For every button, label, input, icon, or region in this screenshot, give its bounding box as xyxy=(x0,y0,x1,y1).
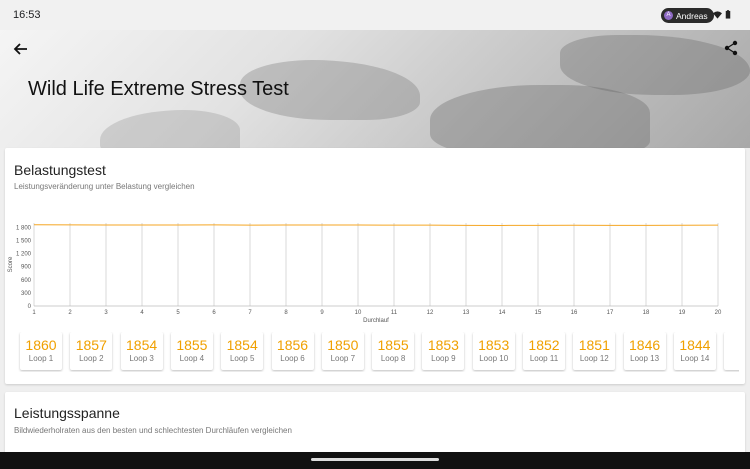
loop-tile: 1844 Loop 14 xyxy=(673,332,716,370)
loop-score: 1 xyxy=(724,337,739,353)
loop-label: Loop 7 xyxy=(330,354,356,363)
y-tick-label: 300 xyxy=(21,291,32,297)
y-axis-label: Score xyxy=(8,256,14,272)
loop-score: 1850 xyxy=(327,337,359,353)
x-tick-label: 18 xyxy=(643,310,650,316)
loop-tile: 1855 Loop 4 xyxy=(170,332,213,370)
x-tick-label: 5 xyxy=(176,310,180,316)
loop-label: Loop 13 xyxy=(630,354,660,363)
loop-label: Loop 3 xyxy=(129,354,154,363)
x-tick-label: 4 xyxy=(140,310,144,316)
status-icons xyxy=(713,10,731,19)
loop-tile: 1853 Loop 10 xyxy=(472,332,515,370)
loop-tile: 1856 Loop 6 xyxy=(271,332,314,370)
y-tick-label: 1 500 xyxy=(16,238,32,244)
x-tick-label: 2 xyxy=(68,310,72,316)
x-tick-label: 1 xyxy=(32,310,36,316)
x-tick-label: 10 xyxy=(355,310,362,316)
wifi-icon xyxy=(713,10,722,19)
loop-label: Loop 6 xyxy=(280,354,305,363)
battery-icon xyxy=(725,10,731,19)
section-title: Belastungstest xyxy=(14,162,106,178)
navigation-bar xyxy=(0,452,750,469)
share-icon[interactable] xyxy=(723,40,739,56)
loop-label: Loop 8 xyxy=(380,354,406,363)
loop-score: 1852 xyxy=(528,337,560,353)
loop-label: Loop 14 xyxy=(680,354,710,363)
page-title: Wild Life Extreme Stress Test xyxy=(28,78,289,100)
loop-label: Loop 12 xyxy=(579,354,609,363)
y-tick-label: 900 xyxy=(21,265,32,271)
loop-score: 1853 xyxy=(478,337,510,353)
x-tick-label: 19 xyxy=(679,310,686,316)
header-banner: Wild Life Extreme Stress Test xyxy=(0,30,750,148)
loop-list: 1860 Loop 1 1857 Loop 2 1854 Loop 3 1855 Loop 4… xyxy=(18,332,739,372)
section-subtitle: Bildwiederholraten aus den besten und sc… xyxy=(14,426,292,435)
stress-test-card: Belastungstest Leistungsveränderung unte… xyxy=(5,148,745,384)
x-tick-label: 17 xyxy=(607,310,614,316)
loop-score: 1856 xyxy=(276,337,309,353)
banner-rock xyxy=(560,35,750,95)
x-tick-label: 11 xyxy=(391,310,398,316)
performance-range-card: Leistungsspanne Bildwiederholraten aus d… xyxy=(5,392,745,454)
loop-tile: 1860 Loop 1 xyxy=(20,332,62,370)
score-chart: 1 2 3 4 5 6 7 8 9 10 11 12 13 14 15 16 17 18 19 20030060090… xyxy=(8,223,722,324)
x-tick-label: 7 xyxy=(248,310,252,316)
loop-tile: 1851 Loop 12 xyxy=(573,332,616,370)
loop-label: Loop 2 xyxy=(79,354,104,363)
loop-score: 1855 xyxy=(176,337,208,353)
x-tick-label: 15 xyxy=(535,310,542,316)
user-name: Andreas xyxy=(676,10,708,21)
banner-rock xyxy=(430,85,650,148)
loop-label: Loop 10 xyxy=(479,354,509,363)
user-chip[interactable]: A Andreas xyxy=(661,8,714,23)
loop-tile: 1854 Loop 5 xyxy=(221,332,264,370)
loop-tile: 1857 Loop 2 xyxy=(70,332,113,370)
loop-score: 1846 xyxy=(629,337,661,353)
loop-tile: 1853 Loop 9 xyxy=(422,332,465,370)
score-series-line xyxy=(33,224,719,226)
loop-label: Loop 5 xyxy=(229,354,255,363)
y-tick-label: 1 200 xyxy=(16,252,32,258)
loop-label: Loop 1 xyxy=(28,354,54,363)
loop-score: 1854 xyxy=(226,337,258,353)
loop-tile: 1855 Loop 8 xyxy=(372,332,415,370)
x-axis-label: Durchlauf xyxy=(363,318,389,324)
loop-tile: 1850 Loop 7 xyxy=(321,332,364,370)
loop-score: 1854 xyxy=(126,337,158,353)
loop-score: 1860 xyxy=(25,337,57,353)
loop-tile: 1852 Loop 11 xyxy=(523,332,565,370)
back-arrow-icon[interactable] xyxy=(12,40,30,58)
loop-tile: 1846 Loop 13 xyxy=(623,332,666,370)
status-bar: 16:53 A Andreas xyxy=(0,0,750,30)
section-subtitle: Leistungsveränderung unter Belastung ver… xyxy=(14,182,195,191)
loop-label: Loop 9 xyxy=(431,354,456,363)
loop-score: 1851 xyxy=(578,337,610,353)
x-tick-label: 6 xyxy=(212,310,216,316)
loop-score: 1855 xyxy=(377,337,409,353)
loop-label: Loop 11 xyxy=(529,354,559,363)
status-time: 16:53 xyxy=(13,9,41,21)
loop-tile: 1854 Loop 3 xyxy=(120,332,163,370)
x-tick-label: 9 xyxy=(320,310,324,316)
loop-score: 1853 xyxy=(427,337,459,353)
x-tick-label: 8 xyxy=(284,310,288,316)
y-tick-label: 0 xyxy=(28,304,32,310)
loop-tile: 1 xyxy=(724,332,739,370)
x-tick-label: 14 xyxy=(499,310,506,316)
loop-score: 1844 xyxy=(679,337,711,353)
banner-rock xyxy=(100,110,240,148)
x-tick-label: 3 xyxy=(104,310,108,316)
user-avatar: A xyxy=(664,11,673,20)
section-title: Leistungsspanne xyxy=(14,405,120,421)
y-tick-label: 1 800 xyxy=(16,225,32,231)
x-tick-label: 12 xyxy=(427,310,434,316)
loop-label: Loop 4 xyxy=(179,354,205,363)
y-tick-label: 600 xyxy=(21,278,32,284)
x-tick-label: 13 xyxy=(463,310,470,316)
x-tick-label: 16 xyxy=(571,310,578,316)
home-handle[interactable] xyxy=(311,458,439,461)
loop-score: 1857 xyxy=(75,337,107,353)
x-tick-label: 20 xyxy=(715,310,722,316)
